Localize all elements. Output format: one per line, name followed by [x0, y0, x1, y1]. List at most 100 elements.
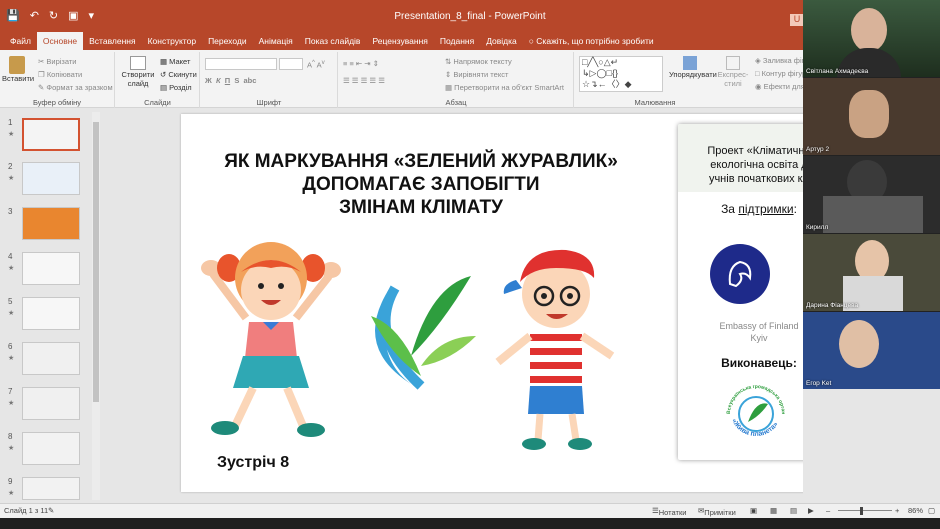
arrange-button[interactable]: Упорядкувати — [669, 56, 717, 79]
thumbnail-number: 4 — [8, 252, 13, 261]
strikethrough-button[interactable]: S — [234, 76, 239, 85]
tab-insert[interactable]: Вставлення — [83, 32, 141, 50]
tab-animations[interactable]: Анімація — [253, 32, 299, 50]
notes-button[interactable]: ☰ Нотатки — [652, 506, 686, 517]
participant-tile[interactable]: Кирилл — [803, 156, 940, 233]
green-crane-logo[interactable] — [361, 266, 481, 396]
format-painter-label: Формат за зразком — [46, 83, 113, 92]
bold-button[interactable]: Ж — [205, 76, 212, 85]
zoom-slider[interactable] — [838, 510, 892, 511]
participant-video — [851, 8, 887, 52]
participant-tile[interactable]: Егор Ket — [803, 312, 940, 389]
format-painter-button[interactable]: ✎ Формат за зразком — [38, 83, 113, 92]
slide-title[interactable]: ЯК МАРКУВАННЯ «ЗЕЛЕНИЙ ЖУРАВЛИК» ДОПОМАГ… — [181, 150, 661, 219]
grow-font-icon[interactable]: A^ Av — [307, 59, 325, 70]
participant-body — [823, 196, 923, 233]
participant-video — [849, 90, 889, 138]
current-slide[interactable]: ЯК МАРКУВАННЯ «ЗЕЛЕНИЙ ЖУРАВЛИК» ДОПОМАГ… — [181, 114, 853, 492]
spellcheck-icon[interactable]: ✎ — [48, 506, 54, 515]
slide-thumbnail[interactable] — [22, 477, 80, 500]
cut-button[interactable]: ✂ Вирізати — [38, 57, 76, 66]
participant-name: Дарина Фіанцева — [806, 302, 859, 309]
paste-label: Вставити — [2, 74, 35, 83]
participant-name: Кирилл — [806, 224, 829, 231]
slideshow-view-icon[interactable]: ▶ — [808, 506, 814, 515]
zhyva-planeta-logo: Всеукраїнська громадська організація «Жи… — [720, 376, 786, 438]
scrollbar-thumb[interactable] — [93, 122, 99, 402]
support-link[interactable]: підтримки — [738, 202, 793, 216]
tab-help[interactable]: Довідка — [480, 32, 523, 50]
tab-review[interactable]: Рецензування — [366, 32, 433, 50]
slide-thumbnail[interactable] — [22, 342, 80, 375]
copy-button[interactable]: ❐ Копіювати — [38, 70, 82, 79]
slide-thumbnail[interactable] — [22, 207, 80, 240]
ribbon: Вставити ✂ Вирізати ❐ Копіювати ✎ Формат… — [0, 50, 940, 108]
reading-view-icon[interactable]: ▤ — [790, 506, 797, 515]
font-family-dropdown[interactable] — [205, 58, 277, 70]
align-text-button[interactable]: ⇕ Вирівняти текст — [445, 70, 508, 79]
shadow-button[interactable]: abc — [244, 76, 257, 85]
text-direction-button[interactable]: ⇅ Напрямок тексту — [445, 57, 512, 66]
zoom-level[interactable]: 86% — [908, 506, 923, 515]
meeting-label[interactable]: Зустріч 8 — [217, 454, 289, 472]
lightbulb-icon: ○ — [528, 36, 534, 46]
support-suffix: : — [793, 202, 797, 216]
tell-me-search[interactable]: ○ Скажіть, що потрібно зробити — [523, 32, 660, 50]
ribbon-tabs: Файл Основне Вставлення Конструктор Пере… — [0, 32, 940, 50]
fit-to-window-icon[interactable]: ▢ — [928, 506, 935, 515]
reset-button[interactable]: ↺ Скинути — [160, 70, 197, 79]
tab-design[interactable]: Конструктор — [142, 32, 202, 50]
new-slide-button[interactable]: Створити слайд — [120, 56, 156, 88]
slide-sorter-icon[interactable]: ▦ — [770, 506, 777, 515]
smartart-button[interactable]: ▦ Перетворити на об'єкт SmartArt — [445, 83, 564, 92]
zoom-slider-thumb[interactable] — [860, 507, 863, 515]
layout-button[interactable]: ▦ Макет — [160, 57, 190, 66]
font-size-dropdown[interactable] — [279, 58, 303, 70]
thumbnail-number: 6 — [8, 342, 13, 351]
arrange-icon — [683, 56, 697, 70]
quick-styles-button[interactable]: Експрес-стилі — [713, 56, 753, 88]
slide-thumbnail[interactable] — [22, 432, 80, 465]
drawing-group-label: Малювання — [634, 98, 676, 107]
zoom-in-button[interactable]: + — [895, 506, 899, 515]
participant-tile[interactable]: Артур 2 — [803, 78, 940, 155]
comments-button[interactable]: ✉ Примітки — [698, 506, 736, 517]
slide-thumbnail[interactable] — [22, 297, 80, 330]
tab-slideshow[interactable]: Показ слайдів — [299, 32, 367, 50]
tab-view[interactable]: Подання — [434, 32, 480, 50]
title-bar: 💾 ↶ ↻ ▣ ▾ Presentation_8_final - PowerPo… — [0, 0, 940, 32]
participant-tile[interactable]: Світлана Ахмадеєва — [803, 0, 940, 77]
slide-thumbnail[interactable] — [22, 252, 80, 285]
tab-transitions[interactable]: Переходи — [202, 32, 253, 50]
slides-group-label: Слайди — [144, 98, 171, 107]
support-prefix: За — [721, 202, 739, 216]
participant-tile[interactable]: Дарина Фіанцева — [803, 234, 940, 311]
animation-star-icon: ★ — [8, 265, 15, 272]
slide-thumbnail[interactable] — [22, 387, 80, 420]
paste-button[interactable]: Вставити — [2, 56, 35, 83]
animation-star-icon: ★ — [8, 131, 15, 138]
video-participants-panel: Світлана Ахмадеєва Артур 2 Кирилл Дарина… — [803, 0, 940, 389]
clipboard-group-label: Буфер обміну — [32, 98, 82, 107]
italic-button[interactable]: К — [216, 76, 221, 85]
tab-home[interactable]: Основне — [36, 32, 84, 50]
text-direction-label: Напрямок тексту — [453, 57, 512, 66]
group-drawing: □╱╲○△↵ ↳▷◯□{} ☆↴←〈〉◆ Упорядкувати Експрес-… — [575, 52, 825, 108]
svg-text:Всеукраїнська громадська орган: Всеукраїнська громадська організація — [720, 376, 786, 414]
font-format-row: Ж К П S abc — [205, 76, 256, 85]
underline-button[interactable]: П — [225, 76, 230, 85]
user-badge[interactable]: U — [790, 14, 804, 26]
section-button[interactable]: ▤ Розділ — [160, 83, 192, 92]
slide-thumbnail[interactable] — [22, 162, 80, 195]
align-buttons[interactable]: ☰ ☰ ☰ ☰ ☰ — [343, 76, 385, 85]
boy-illustration[interactable] — [486, 244, 626, 454]
girl-illustration[interactable] — [191, 238, 351, 448]
tab-file[interactable]: Файл — [4, 32, 37, 50]
thumbnail-scrollbar[interactable] — [92, 112, 100, 500]
normal-view-icon[interactable]: ▣ — [750, 506, 757, 515]
thumbnail-number: 8 — [8, 432, 13, 441]
slide-thumbnail[interactable] — [22, 118, 80, 151]
shapes-gallery[interactable]: □╱╲○△↵ ↳▷◯□{} ☆↴←〈〉◆ — [579, 56, 663, 92]
list-buttons[interactable]: ≡ ≡ ⇤ ⇥ ⇕ — [343, 59, 379, 68]
zoom-out-button[interactable]: – — [826, 506, 830, 515]
